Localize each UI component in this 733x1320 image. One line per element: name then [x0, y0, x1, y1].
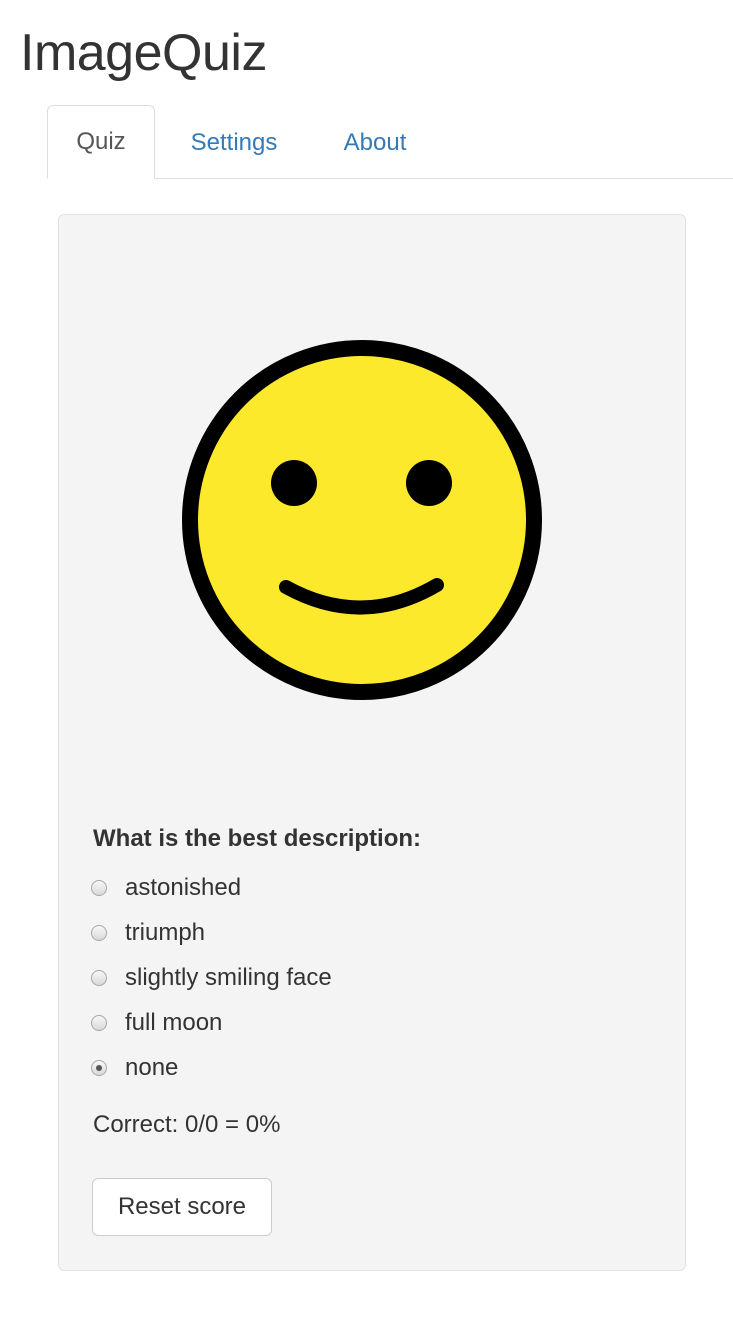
option-slightly-smiling-face[interactable]: slightly smiling face	[91, 955, 332, 1000]
quiz-panel: What is the best description: astonished…	[58, 214, 686, 1271]
question-label: What is the best description:	[93, 825, 422, 852]
radio-triumph[interactable]	[91, 924, 107, 941]
option-label: triumph	[125, 918, 206, 946]
option-label: slightly smiling face	[125, 963, 332, 991]
radio-slightly-smiling-face[interactable]	[91, 969, 107, 986]
option-label: full moon	[125, 1008, 223, 1036]
answer-options: astonished triumph slightly smiling face…	[91, 865, 332, 1090]
option-none[interactable]: none	[91, 1045, 332, 1090]
option-label: astonished	[125, 873, 242, 901]
app-title: ImageQuiz	[20, 24, 267, 82]
score-text: Correct: 0/0 = 0%	[93, 1111, 281, 1138]
tab-bar: Quiz Settings About	[47, 104, 733, 179]
option-triumph[interactable]: triumph	[91, 910, 332, 955]
radio-astonished[interactable]	[91, 879, 107, 896]
tab-quiz[interactable]: Quiz	[47, 105, 155, 179]
option-full-moon[interactable]: full moon	[91, 1000, 332, 1045]
tab-settings[interactable]: Settings	[155, 107, 313, 179]
option-astonished[interactable]: astonished	[91, 865, 332, 910]
reset-score-button[interactable]: Reset score	[92, 1178, 272, 1236]
option-label: none	[125, 1053, 179, 1081]
slightly-smiling-face-icon	[182, 340, 542, 700]
tab-about[interactable]: About	[313, 107, 437, 179]
radio-full-moon[interactable]	[91, 1014, 107, 1031]
radio-none[interactable]	[91, 1059, 107, 1076]
